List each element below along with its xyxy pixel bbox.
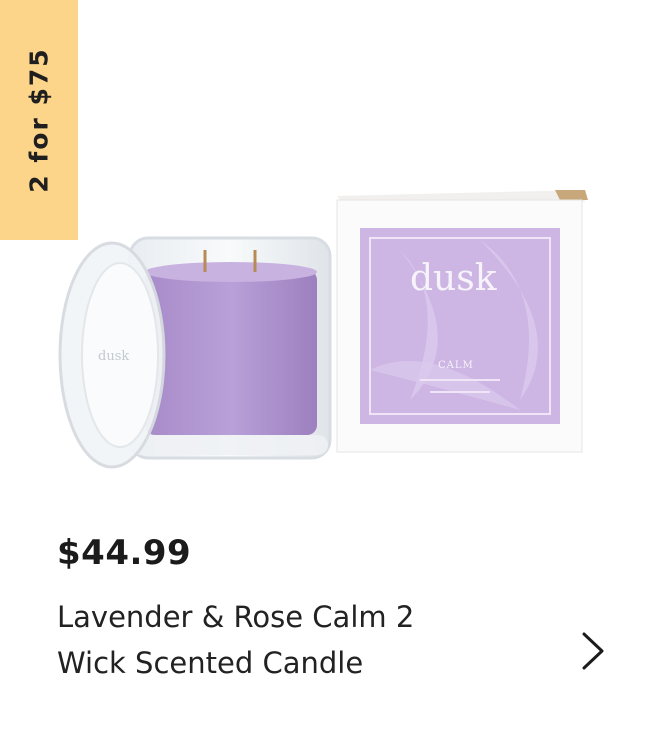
chevron-right-icon[interactable] (574, 628, 614, 674)
candle-box: dusk CALM (336, 190, 588, 453)
product-card[interactable]: 2 for $75 dusk CALM dusk $44.99 Lavender… (0, 0, 660, 738)
candle-lid: dusk (58, 241, 166, 469)
box-brand-text: dusk (410, 258, 498, 299)
lid-brand-text: dusk (98, 349, 129, 364)
product-title[interactable]: Lavender & Rose Calm 2 Wick Scented Cand… (57, 594, 517, 686)
box-name-text: CALM (438, 360, 474, 371)
product-price: $44.99 (57, 533, 192, 573)
promo-badge-text: 2 for $75 (24, 47, 54, 193)
product-image[interactable]: dusk CALM dusk (50, 180, 610, 470)
product-title-line-1: Lavender & Rose Calm 2 (57, 600, 415, 634)
product-title-line-2: Wick Scented Candle (57, 646, 364, 680)
